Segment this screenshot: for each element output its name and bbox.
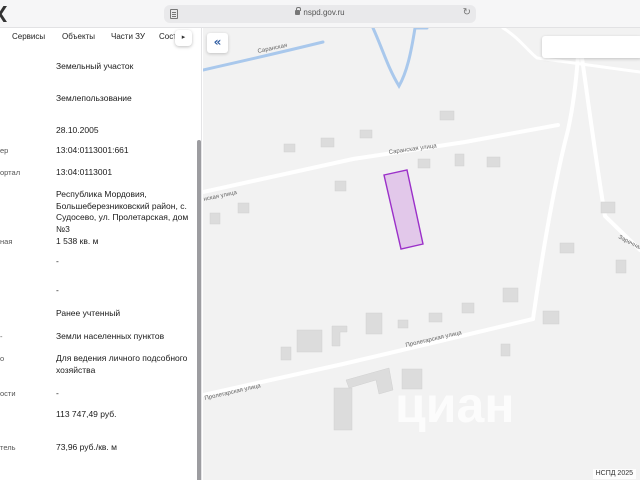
url-display: nspd.gov.ru xyxy=(164,7,476,17)
attribute-value: 73,96 руб./кв. м xyxy=(56,442,118,452)
building xyxy=(237,202,250,214)
watermark-logo: циан xyxy=(395,377,514,433)
map-view[interactable]: Саранская улица нская улица Пролетарская… xyxy=(203,28,640,480)
browser-toolbar: ❮ nspd.gov.ru ↻ xyxy=(0,0,640,28)
building xyxy=(542,310,560,325)
back-icon[interactable]: ❮ xyxy=(0,3,9,22)
building xyxy=(486,156,501,168)
building xyxy=(365,312,383,335)
lock-icon xyxy=(295,7,301,15)
building xyxy=(615,259,627,274)
attribute-value: 13:04:0113001 xyxy=(56,167,113,177)
map-search-box[interactable] xyxy=(542,36,640,58)
tab-services[interactable]: Сервисы xyxy=(12,32,45,41)
building xyxy=(397,319,409,329)
building xyxy=(296,329,323,353)
building xyxy=(428,312,443,323)
attribute-value: - xyxy=(56,388,59,398)
address-bar[interactable]: nspd.gov.ru ↻ xyxy=(164,5,476,23)
scrollbar-thumb[interactable] xyxy=(197,140,201,480)
attribute-value: Землепользование xyxy=(56,93,132,103)
tab-parcel-parts[interactable]: Части ЗУ xyxy=(111,32,145,41)
attribute-value: Земельный участок xyxy=(56,61,134,71)
street-label-saranskaya: Саранская улица xyxy=(388,143,437,156)
attribute-value: Ранее учтенный xyxy=(56,308,121,318)
land-parcel[interactable] xyxy=(383,169,424,250)
attribute-value: 13:04:0113001:661 xyxy=(56,145,129,155)
building xyxy=(209,212,221,225)
attribute-label: - xyxy=(0,332,3,341)
building xyxy=(454,153,465,167)
building xyxy=(417,158,431,169)
attribute-label: ортал xyxy=(0,168,21,177)
attribute-label: ости xyxy=(0,389,16,398)
building xyxy=(439,110,455,121)
building xyxy=(331,325,348,347)
tab-objects[interactable]: Объекты xyxy=(62,32,95,41)
building xyxy=(320,137,335,148)
tabs-bar: Сервисы Объекты Части ЗУ Сост ▸ xyxy=(0,28,202,48)
attribute-label: ная xyxy=(0,237,13,246)
attribute-value: 1 538 кв. м xyxy=(56,236,99,246)
attribute-value: Земли населенных пунктов xyxy=(56,331,165,341)
building xyxy=(334,180,347,192)
collapse-panel-button[interactable]: « xyxy=(207,33,228,53)
building xyxy=(600,201,616,214)
attribute-value: - xyxy=(56,285,59,295)
building xyxy=(345,367,394,395)
attribute-label: о xyxy=(0,354,5,363)
river xyxy=(203,28,429,89)
attribute-value: Для ведения личного подсобного хозяйства xyxy=(56,353,188,375)
info-panel: Сервисы Объекты Части ЗУ Сост ▸ Земельны… xyxy=(0,28,202,480)
reload-icon[interactable]: ↻ xyxy=(463,7,471,18)
panel-scrollbar[interactable] xyxy=(196,48,202,480)
building xyxy=(502,287,519,303)
building xyxy=(333,387,353,431)
attribute-label: тель xyxy=(0,443,16,452)
attribute-value: - xyxy=(56,256,59,266)
building xyxy=(461,302,475,314)
attribute-value: 113 747,49 руб. xyxy=(56,409,117,419)
tabs-next-button[interactable]: ▸ xyxy=(175,30,192,46)
building xyxy=(500,343,511,357)
map-canvas[interactable]: Саранская улица нская улица Пролетарская… xyxy=(203,28,640,480)
building xyxy=(559,242,575,254)
attribute-value: Республика Мордовия, Большеберезниковски… xyxy=(56,189,189,234)
map-copyright: НСПД 2025 xyxy=(592,469,636,479)
attribute-label: ер xyxy=(0,146,9,155)
building xyxy=(359,129,373,139)
building xyxy=(280,346,292,361)
building xyxy=(283,143,296,153)
attribute-list: Земельный участок Землепользование 28.10… xyxy=(0,48,196,480)
attribute-value: 28.10.2005 xyxy=(56,125,99,135)
url-text: nspd.gov.ru xyxy=(303,8,345,17)
